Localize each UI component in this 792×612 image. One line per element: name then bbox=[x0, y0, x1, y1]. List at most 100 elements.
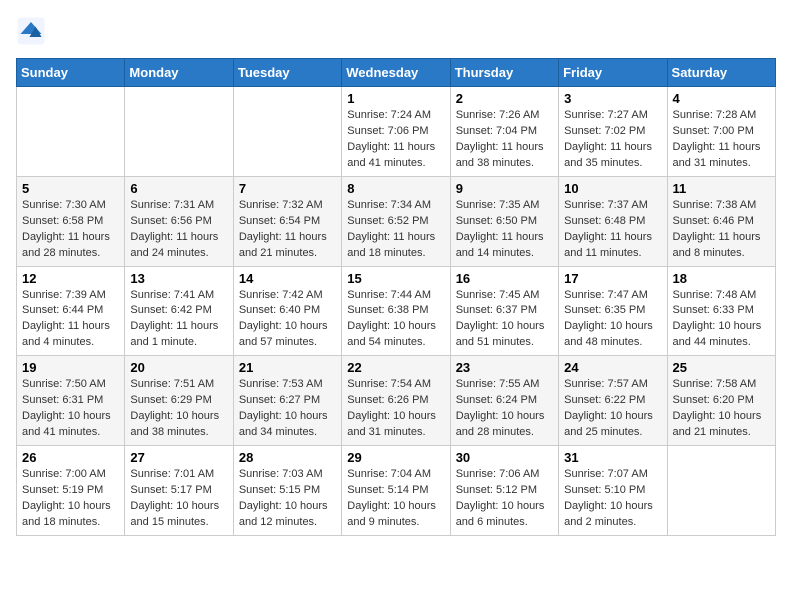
day-info: Sunrise: 7:34 AM Sunset: 6:52 PM Dayligh… bbox=[347, 198, 444, 262]
day-info: Sunrise: 7:47 AM Sunset: 6:35 PM Dayligh… bbox=[564, 288, 661, 352]
calendar-cell: 4 Sunrise: 7:28 AM Sunset: 7:00 PM Daylig… bbox=[667, 87, 775, 177]
calendar-cell: 21 Sunrise: 7:53 AM Sunset: 6:27 PM Dayli… bbox=[233, 356, 341, 446]
calendar-cell: 1 Sunrise: 7:24 AM Sunset: 7:06 PM Daylig… bbox=[342, 87, 450, 177]
calendar-cell: 5 Sunrise: 7:30 AM Sunset: 6:58 PM Daylig… bbox=[17, 176, 125, 266]
day-info: Sunrise: 7:00 AM Sunset: 5:19 PM Dayligh… bbox=[22, 467, 119, 531]
day-info: Sunrise: 7:03 AM Sunset: 5:15 PM Dayligh… bbox=[239, 467, 336, 531]
day-info: Sunrise: 7:38 AM Sunset: 6:46 PM Dayligh… bbox=[673, 198, 770, 262]
day-number: 5 bbox=[22, 181, 119, 196]
calendar-cell: 3 Sunrise: 7:27 AM Sunset: 7:02 PM Daylig… bbox=[559, 87, 667, 177]
calendar-cell: 27 Sunrise: 7:01 AM Sunset: 5:17 PM Dayli… bbox=[125, 446, 233, 536]
calendar-cell: 20 Sunrise: 7:51 AM Sunset: 6:29 PM Dayli… bbox=[125, 356, 233, 446]
day-info: Sunrise: 7:51 AM Sunset: 6:29 PM Dayligh… bbox=[130, 377, 227, 441]
day-info: Sunrise: 7:54 AM Sunset: 6:26 PM Dayligh… bbox=[347, 377, 444, 441]
day-number: 9 bbox=[456, 181, 553, 196]
day-number: 13 bbox=[130, 271, 227, 286]
day-number: 31 bbox=[564, 450, 661, 465]
day-number: 11 bbox=[673, 181, 770, 196]
day-info: Sunrise: 7:45 AM Sunset: 6:37 PM Dayligh… bbox=[456, 288, 553, 352]
calendar-cell bbox=[667, 446, 775, 536]
day-number: 12 bbox=[22, 271, 119, 286]
calendar-cell: 8 Sunrise: 7:34 AM Sunset: 6:52 PM Daylig… bbox=[342, 176, 450, 266]
calendar-cell: 7 Sunrise: 7:32 AM Sunset: 6:54 PM Daylig… bbox=[233, 176, 341, 266]
day-number: 14 bbox=[239, 271, 336, 286]
calendar-cell: 15Sunrise: 7:44 AM Sunset: 6:38 PM Dayli… bbox=[342, 266, 450, 356]
day-info: Sunrise: 7:41 AM Sunset: 6:42 PM Dayligh… bbox=[130, 288, 227, 352]
calendar-cell: 30 Sunrise: 7:06 AM Sunset: 5:12 PM Dayli… bbox=[450, 446, 558, 536]
day-number: 30 bbox=[456, 450, 553, 465]
day-number: 3 bbox=[564, 91, 661, 106]
calendar-cell: 10 Sunrise: 7:37 AM Sunset: 6:48 PM Dayli… bbox=[559, 176, 667, 266]
day-number: 1 bbox=[347, 91, 444, 106]
day-info: Sunrise: 7:26 AM Sunset: 7:04 PM Dayligh… bbox=[456, 108, 553, 172]
logo-icon bbox=[16, 16, 46, 46]
page-header bbox=[16, 16, 776, 46]
day-info: Sunrise: 7:27 AM Sunset: 7:02 PM Dayligh… bbox=[564, 108, 661, 172]
day-info: Sunrise: 7:57 AM Sunset: 6:22 PM Dayligh… bbox=[564, 377, 661, 441]
logo bbox=[16, 16, 50, 46]
calendar-cell bbox=[17, 87, 125, 177]
day-header-sunday: Sunday bbox=[17, 59, 125, 87]
day-number: 20 bbox=[130, 360, 227, 375]
calendar-cell: 2 Sunrise: 7:26 AM Sunset: 7:04 PM Daylig… bbox=[450, 87, 558, 177]
day-number: 2 bbox=[456, 91, 553, 106]
calendar-cell: 9Sunrise: 7:35 AM Sunset: 6:50 PM Daylig… bbox=[450, 176, 558, 266]
day-number: 17 bbox=[564, 271, 661, 286]
day-number: 16 bbox=[456, 271, 553, 286]
day-info: Sunrise: 7:28 AM Sunset: 7:00 PM Dayligh… bbox=[673, 108, 770, 172]
day-header-saturday: Saturday bbox=[667, 59, 775, 87]
day-number: 7 bbox=[239, 181, 336, 196]
day-number: 18 bbox=[673, 271, 770, 286]
day-info: Sunrise: 7:44 AM Sunset: 6:38 PM Dayligh… bbox=[347, 288, 444, 352]
day-number: 27 bbox=[130, 450, 227, 465]
day-info: Sunrise: 7:39 AM Sunset: 6:44 PM Dayligh… bbox=[22, 288, 119, 352]
day-info: Sunrise: 7:01 AM Sunset: 5:17 PM Dayligh… bbox=[130, 467, 227, 531]
day-number: 8 bbox=[347, 181, 444, 196]
calendar-cell: 16 Sunrise: 7:45 AM Sunset: 6:37 PM Dayli… bbox=[450, 266, 558, 356]
calendar-cell: 23Sunrise: 7:55 AM Sunset: 6:24 PM Dayli… bbox=[450, 356, 558, 446]
day-number: 10 bbox=[564, 181, 661, 196]
calendar-cell bbox=[233, 87, 341, 177]
calendar-cell: 11 Sunrise: 7:38 AM Sunset: 6:46 PM Dayli… bbox=[667, 176, 775, 266]
day-info: Sunrise: 7:31 AM Sunset: 6:56 PM Dayligh… bbox=[130, 198, 227, 262]
day-number: 29 bbox=[347, 450, 444, 465]
day-info: Sunrise: 7:06 AM Sunset: 5:12 PM Dayligh… bbox=[456, 467, 553, 531]
day-info: Sunrise: 7:42 AM Sunset: 6:40 PM Dayligh… bbox=[239, 288, 336, 352]
calendar-cell: 13 Sunrise: 7:41 AM Sunset: 6:42 PM Dayli… bbox=[125, 266, 233, 356]
day-header-thursday: Thursday bbox=[450, 59, 558, 87]
day-header-tuesday: Tuesday bbox=[233, 59, 341, 87]
calendar-cell: 12 Sunrise: 7:39 AM Sunset: 6:44 PM Dayli… bbox=[17, 266, 125, 356]
day-number: 19 bbox=[22, 360, 119, 375]
calendar-cell: 19 Sunrise: 7:50 AM Sunset: 6:31 PM Dayli… bbox=[17, 356, 125, 446]
calendar-cell: 28 Sunrise: 7:03 AM Sunset: 5:15 PM Dayli… bbox=[233, 446, 341, 536]
day-number: 24 bbox=[564, 360, 661, 375]
day-info: Sunrise: 7:48 AM Sunset: 6:33 PM Dayligh… bbox=[673, 288, 770, 352]
calendar-cell bbox=[125, 87, 233, 177]
calendar-cell: 25 Sunrise: 7:58 AM Sunset: 6:20 PM Dayli… bbox=[667, 356, 775, 446]
calendar-cell: 6 Sunrise: 7:31 AM Sunset: 6:56 PM Daylig… bbox=[125, 176, 233, 266]
day-header-friday: Friday bbox=[559, 59, 667, 87]
calendar-cell: 31 Sunrise: 7:07 AM Sunset: 5:10 PM Dayli… bbox=[559, 446, 667, 536]
day-header-wednesday: Wednesday bbox=[342, 59, 450, 87]
day-number: 21 bbox=[239, 360, 336, 375]
day-header-monday: Monday bbox=[125, 59, 233, 87]
calendar-cell: 18 Sunrise: 7:48 AM Sunset: 6:33 PM Dayli… bbox=[667, 266, 775, 356]
day-info: Sunrise: 7:04 AM Sunset: 5:14 PM Dayligh… bbox=[347, 467, 444, 531]
day-info: Sunrise: 7:07 AM Sunset: 5:10 PM Dayligh… bbox=[564, 467, 661, 531]
calendar-cell: 22Sunrise: 7:54 AM Sunset: 6:26 PM Dayli… bbox=[342, 356, 450, 446]
calendar-cell: 14 Sunrise: 7:42 AM Sunset: 6:40 PM Dayli… bbox=[233, 266, 341, 356]
day-number: 25 bbox=[673, 360, 770, 375]
day-info: Sunrise: 7:24 AM Sunset: 7:06 PM Dayligh… bbox=[347, 108, 444, 172]
day-number: 28 bbox=[239, 450, 336, 465]
day-info: Sunrise: 7:37 AM Sunset: 6:48 PM Dayligh… bbox=[564, 198, 661, 262]
day-number: 6 bbox=[130, 181, 227, 196]
calendar-cell: 26Sunrise: 7:00 AM Sunset: 5:19 PM Dayli… bbox=[17, 446, 125, 536]
calendar-table: SundayMondayTuesdayWednesdayThursdayFrid… bbox=[16, 58, 776, 536]
day-info: Sunrise: 7:55 AM Sunset: 6:24 PM Dayligh… bbox=[456, 377, 553, 441]
day-info: Sunrise: 7:30 AM Sunset: 6:58 PM Dayligh… bbox=[22, 198, 119, 262]
day-info: Sunrise: 7:32 AM Sunset: 6:54 PM Dayligh… bbox=[239, 198, 336, 262]
day-number: 4 bbox=[673, 91, 770, 106]
day-info: Sunrise: 7:50 AM Sunset: 6:31 PM Dayligh… bbox=[22, 377, 119, 441]
day-info: Sunrise: 7:53 AM Sunset: 6:27 PM Dayligh… bbox=[239, 377, 336, 441]
day-info: Sunrise: 7:58 AM Sunset: 6:20 PM Dayligh… bbox=[673, 377, 770, 441]
